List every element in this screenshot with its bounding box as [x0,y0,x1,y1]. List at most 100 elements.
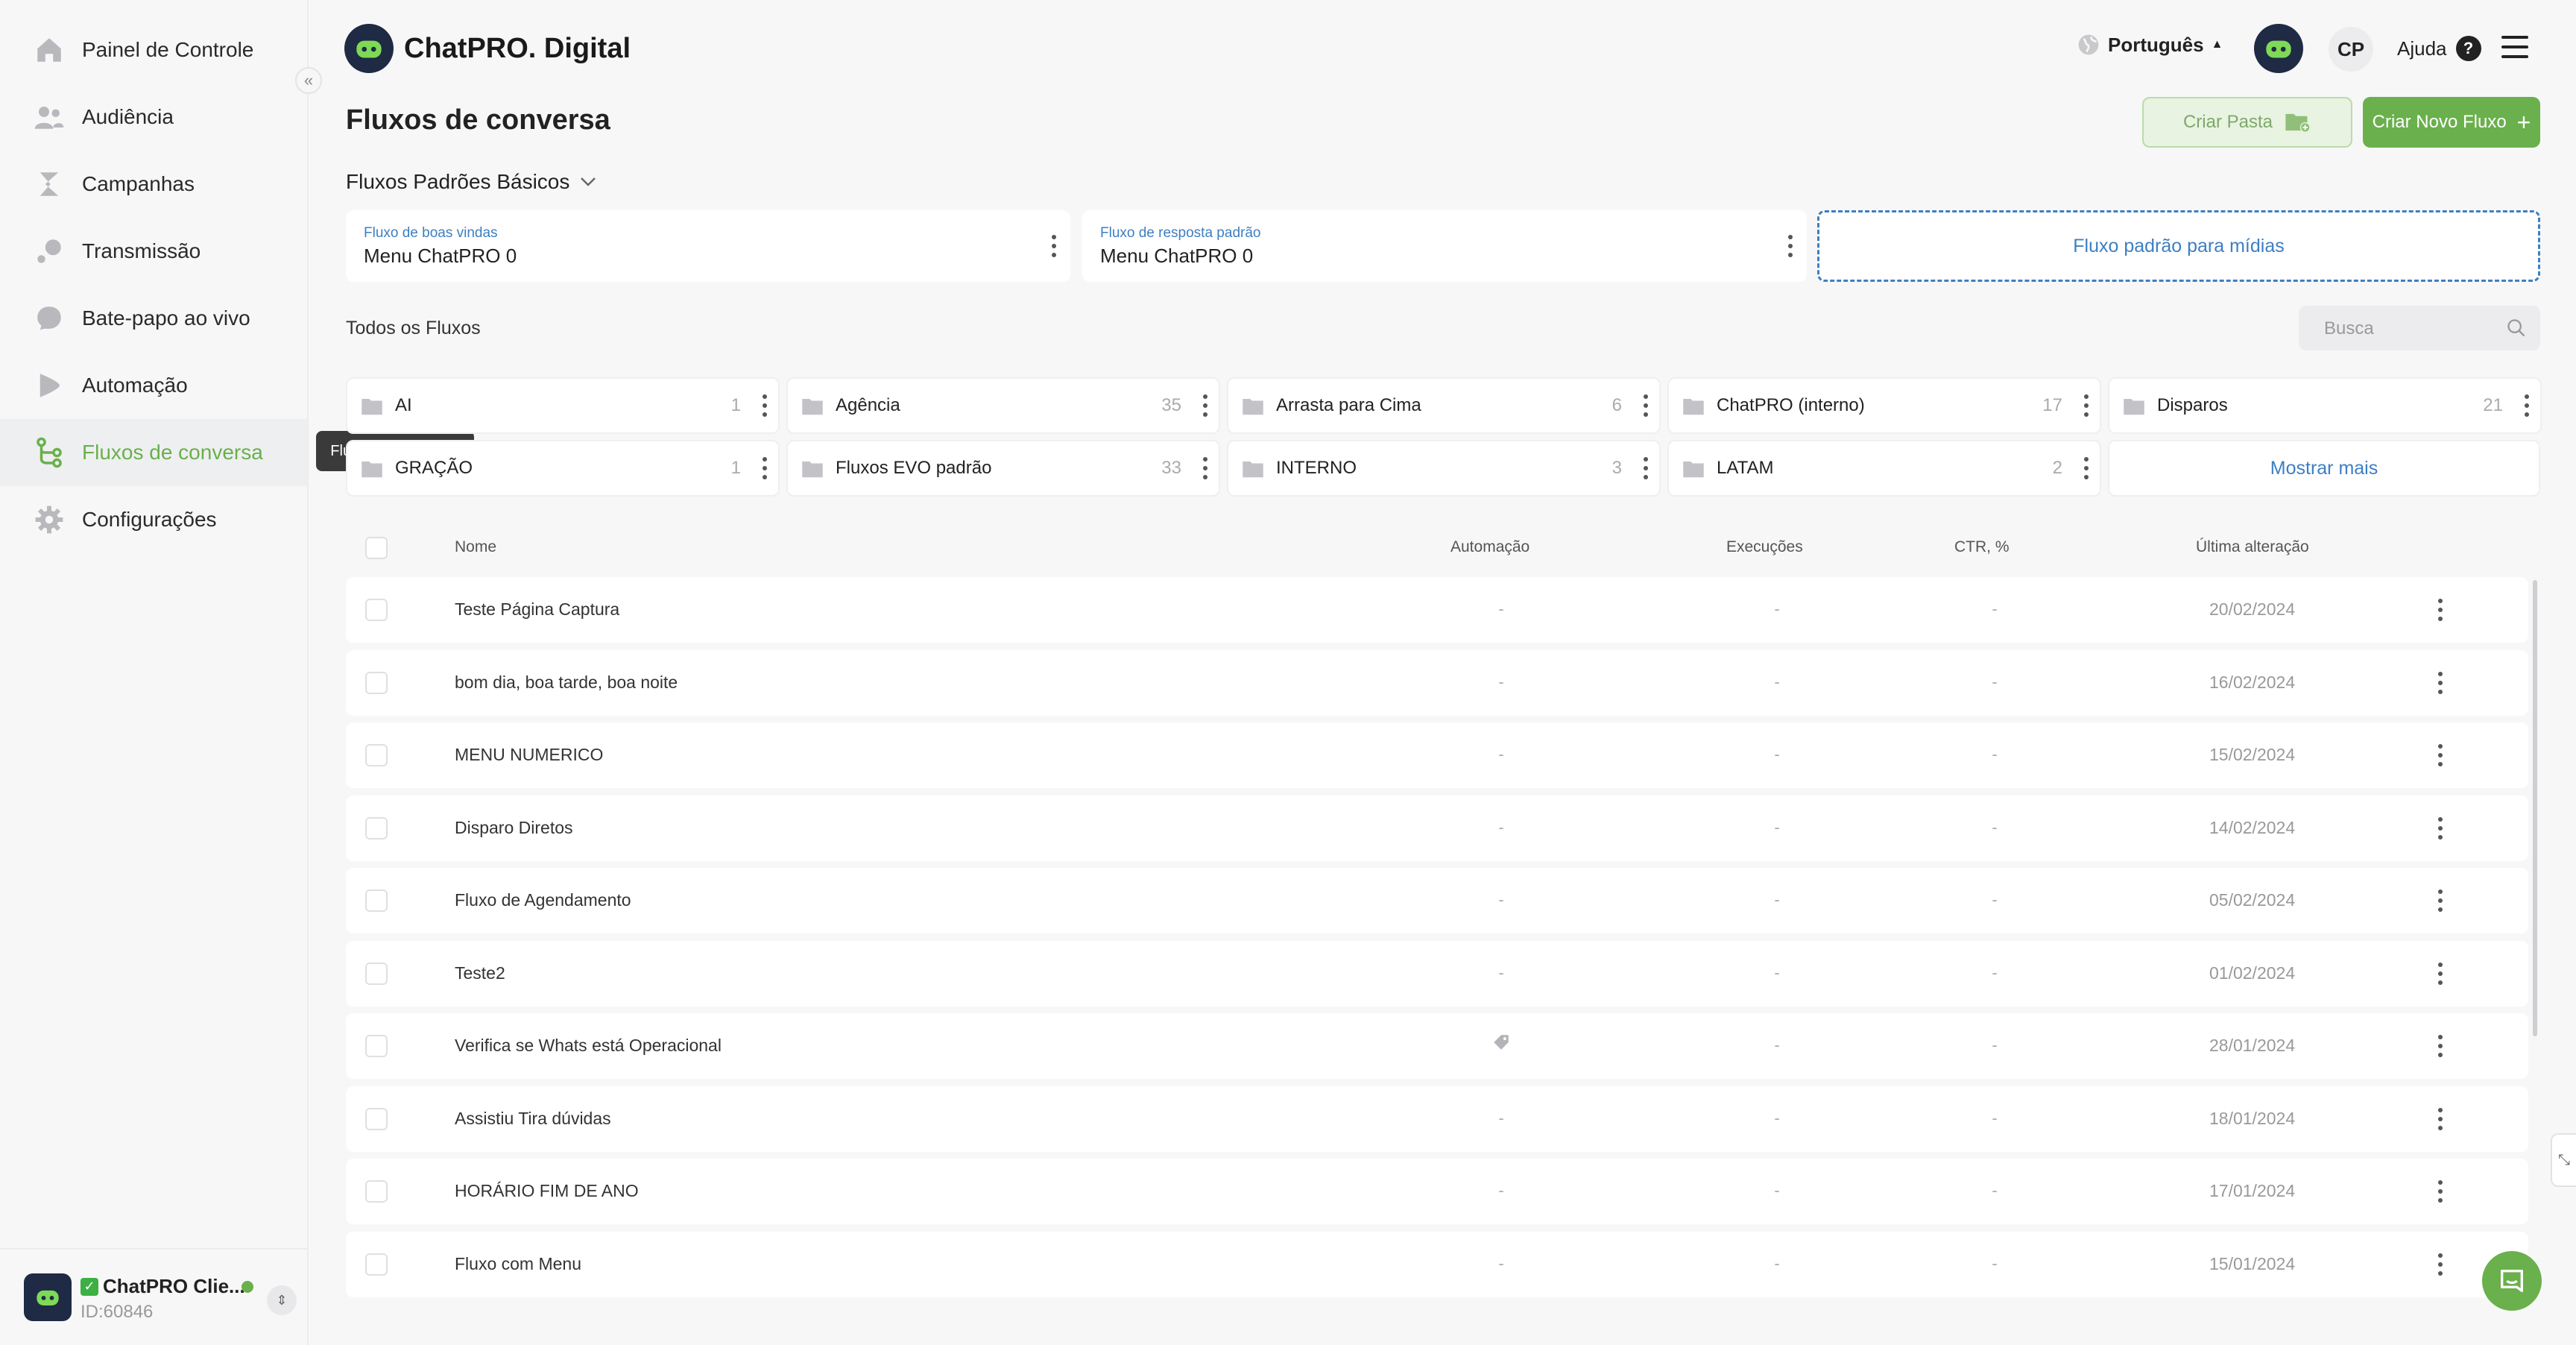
table-row[interactable]: Verifica se Whats está Operacional - - 28/0… [346,1013,2528,1079]
welcome-flow-card[interactable]: Fluxo de boas vindas Menu ChatPRO 0 [346,210,1070,282]
more-vertical-icon[interactable] [2436,668,2445,698]
more-vertical-icon[interactable] [2436,886,2445,916]
more-vertical-icon[interactable] [2436,1031,2445,1061]
sidebar-item-painel[interactable]: Painel de Controle [0,16,307,84]
column-header-last-change[interactable]: Última alteração [2196,538,2309,556]
table-row[interactable]: MENU NUMERICO - - - 15/02/2024 [346,722,2528,788]
sidebar-item-configuracoes[interactable]: Configurações [0,486,307,553]
more-vertical-icon[interactable] [2522,392,2531,419]
row-checkbox[interactable] [365,1107,388,1130]
more-vertical-icon[interactable] [2436,595,2445,625]
folder-count: 3 [1611,458,1622,478]
more-vertical-icon[interactable] [760,392,769,419]
table-row[interactable]: Fluxo com Menu - - - 15/01/2024 [346,1231,2528,1297]
sidebar-item-audiencia[interactable]: Audiência [0,84,307,151]
account-switcher[interactable]: ✓ ChatPRO Clie... ID:60846 ⇕ [0,1248,307,1345]
folder-card[interactable]: Disparos 21 [2108,377,2542,434]
folder-card[interactable]: Agência 35 [786,377,1220,434]
table-row[interactable]: bom dia, boa tarde, boa noite - - - 16/02/20… [346,649,2528,716]
more-vertical-icon[interactable] [1049,233,1058,259]
folder-card[interactable]: INTERNO 3 [1227,440,1661,497]
sidebar-item-transmissao[interactable]: Transmissão [0,218,307,285]
table-row[interactable]: Teste2 - - - 01/02/2024 [346,940,2528,1007]
flow-name[interactable]: Fluxo de Agendamento [455,890,631,910]
sidebar-item-bate-papo[interactable]: Bate-papo ao vivo [0,285,307,352]
row-checkbox[interactable] [365,816,388,840]
column-header-executions[interactable]: Execuções [1726,538,1803,556]
sidebar-item-automacao[interactable]: Automação [0,352,307,419]
more-vertical-icon[interactable] [1201,392,1210,419]
row-checkbox[interactable] [365,1035,388,1057]
create-new-flow-button[interactable]: Criar Novo Fluxo + [2363,97,2540,148]
flow-name[interactable]: Teste2 [455,963,505,983]
search-box[interactable] [2299,306,2540,352]
column-header-ctr[interactable]: CTR, % [1954,538,2010,556]
more-vertical-icon[interactable] [1786,233,1795,259]
select-all-checkbox[interactable] [365,537,388,559]
sidebar-item-campanhas[interactable]: Campanhas [0,151,307,218]
bot-avatar[interactable] [2254,24,2303,73]
row-checkbox[interactable] [365,1180,388,1203]
flow-name[interactable]: Fluxo com Menu [455,1254,581,1274]
row-checkbox[interactable] [365,671,388,694]
show-more-button[interactable]: Mostrar mais [2108,440,2540,497]
folder-card[interactable]: LATAM 2 [1667,440,2101,497]
row-checkbox[interactable] [365,599,388,621]
chevron-up-down-icon[interactable]: ⇕ [267,1285,297,1315]
table-row[interactable]: Fluxo de Agendamento - - - 05/02/2024 [346,868,2528,933]
flow-name[interactable]: Teste Página Captura [455,599,619,620]
media-flow-dropzone[interactable]: Fluxo padrão para mídias [1817,210,2540,282]
support-chat-button[interactable] [2482,1251,2542,1311]
table-row[interactable]: Disparo Diretos - - - 14/02/2024 [346,795,2528,861]
more-vertical-icon[interactable] [1641,455,1650,482]
folder-card[interactable]: Arrasta para Cima 6 [1227,377,1661,434]
row-checkbox[interactable] [365,744,388,766]
folder-card[interactable]: GRAÇÃO 1 [346,440,780,497]
more-vertical-icon[interactable] [1201,455,1210,482]
row-checkbox[interactable] [365,1253,388,1276]
more-vertical-icon[interactable] [2436,740,2445,770]
flow-name[interactable]: MENU NUMERICO [455,745,603,765]
basic-flows-toggle[interactable]: Fluxos Padrões Básicos [346,170,596,194]
language-selector[interactable]: Português ▲ [2077,33,2223,57]
table-scrollbar[interactable] [2533,580,2537,1036]
help-button[interactable]: Ajuda ? [2397,36,2481,61]
column-header-automation[interactable]: Automação [1450,538,1530,556]
table-row[interactable]: Teste Página Captura - - - 20/02/2024 [346,577,2528,643]
flow-name[interactable]: Disparo Diretos [455,818,573,838]
table-row[interactable]: Assistiu Tira dúvidas - - - 18/01/2024 [346,1086,2528,1152]
more-vertical-icon[interactable] [2082,455,2091,482]
search-input[interactable] [2323,306,2497,352]
flow-name[interactable]: Assistiu Tira dúvidas [455,1109,611,1129]
create-folder-button[interactable]: Criar Pasta [2142,97,2352,148]
more-vertical-icon[interactable] [1641,392,1650,419]
more-vertical-icon[interactable] [2436,813,2445,843]
flow-name[interactable]: Verifica se Whats está Operacional [455,1036,722,1056]
side-panel-tab[interactable]: ⤡ [2551,1133,2576,1187]
collapse-sidebar-button[interactable]: « [295,67,322,94]
folder-card[interactable]: ChatPRO (interno) 17 [1667,377,2101,434]
row-checkbox[interactable] [365,962,388,985]
sidebar-item-fluxos[interactable]: Fluxos de conversa [0,419,307,486]
column-header-name[interactable]: Nome [455,538,496,556]
folder-name: AI [395,395,412,415]
last-change-cell: 14/02/2024 [2209,817,2296,837]
more-vertical-icon[interactable] [760,455,769,482]
flow-name[interactable]: bom dia, boa tarde, boa noite [455,672,678,693]
automation-cell: - [1498,963,1504,982]
more-vertical-icon[interactable] [2436,1104,2445,1134]
table-row[interactable]: HORÁRIO FIM DE ANO - - - 17/01/2024 [346,1159,2528,1224]
more-vertical-icon[interactable] [2436,1177,2445,1206]
flow-name[interactable]: HORÁRIO FIM DE ANO [455,1181,639,1201]
row-checkbox[interactable] [365,889,388,912]
default-reply-flow-card[interactable]: Fluxo de resposta padrão Menu ChatPRO 0 [1082,210,1807,282]
more-vertical-icon[interactable] [2436,959,2445,989]
folder-card[interactable]: AI 1 [346,377,780,434]
brand-logo[interactable]: ChatPRO. Digital [344,24,631,73]
search-icon[interactable] [2506,318,2527,338]
hamburger-menu-icon[interactable] [2501,36,2528,60]
folder-card[interactable]: Fluxos EVO padrão 33 [786,440,1220,497]
more-vertical-icon[interactable] [2436,1250,2445,1279]
user-avatar[interactable]: CP [2329,27,2373,72]
more-vertical-icon[interactable] [2082,392,2091,419]
